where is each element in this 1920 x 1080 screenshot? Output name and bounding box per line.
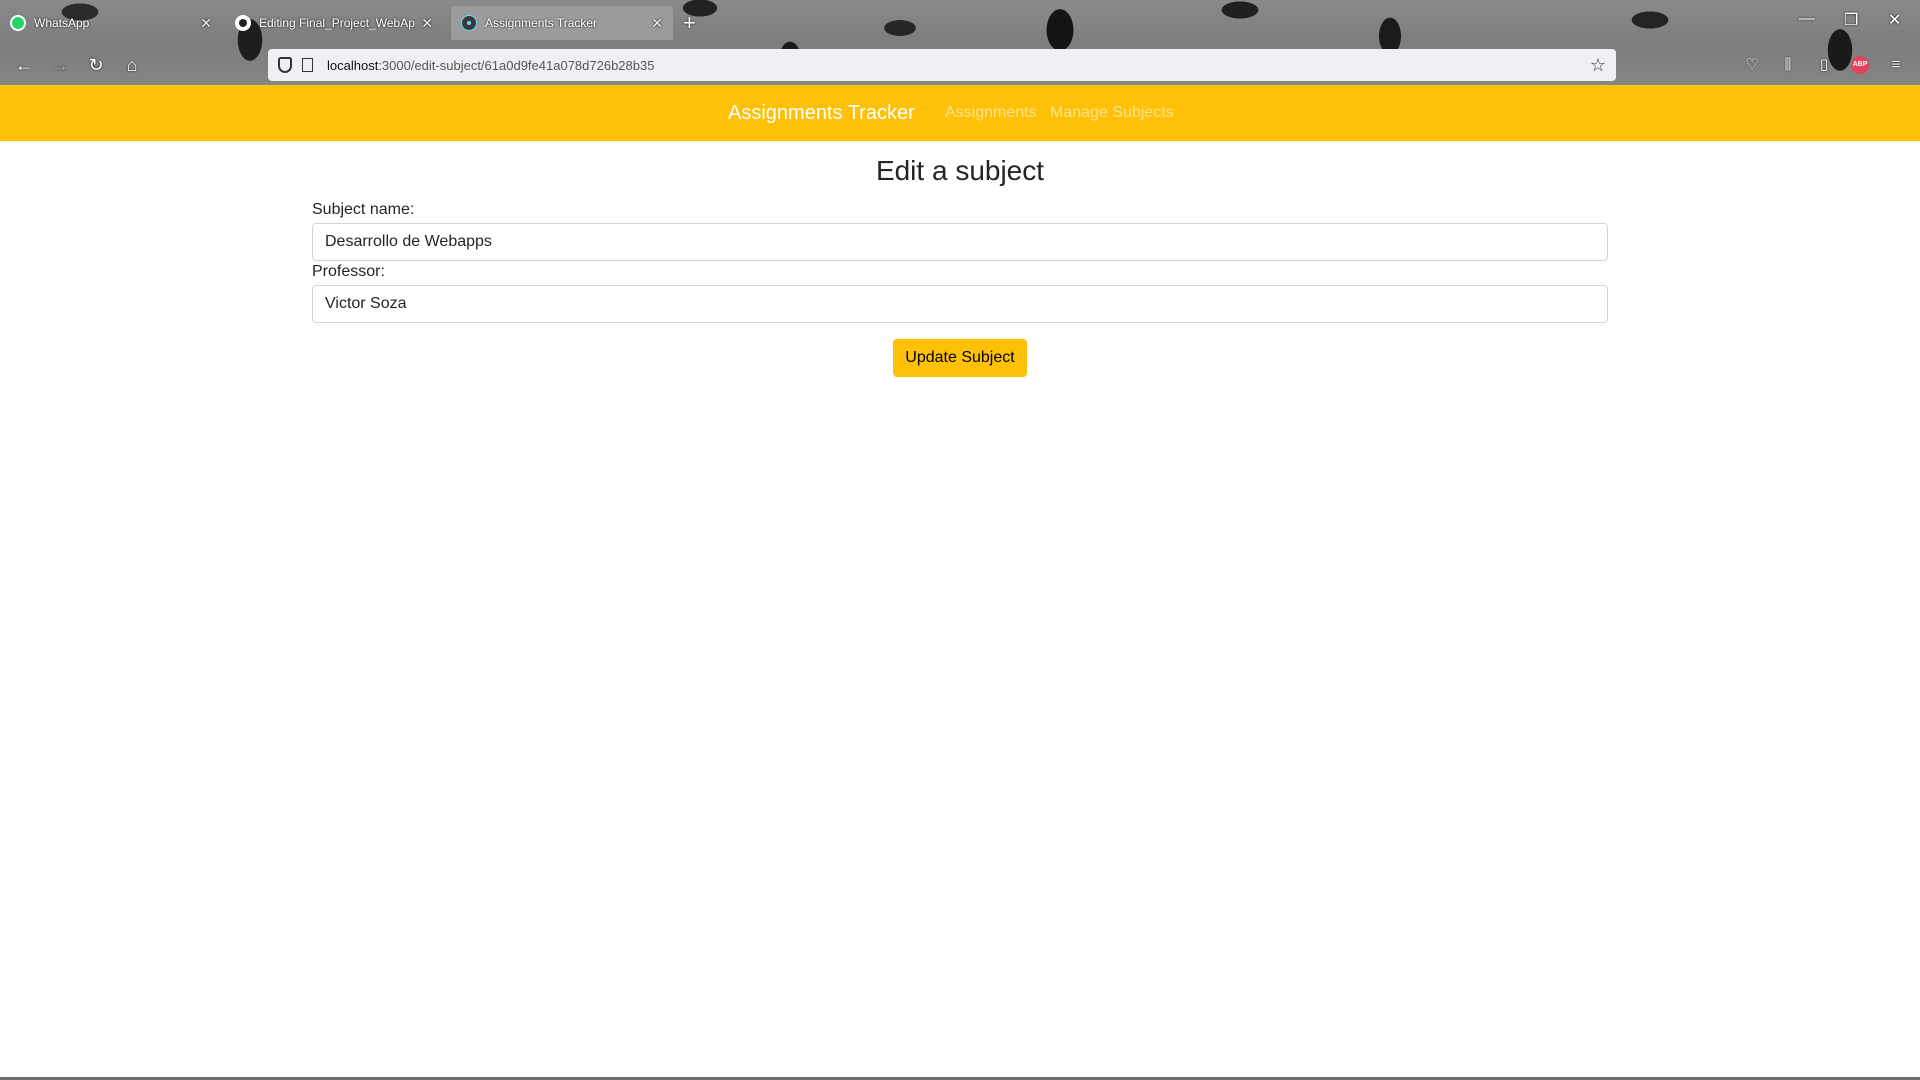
update-subject-button[interactable]: Update Subject xyxy=(893,339,1027,377)
nav-link-assignments[interactable]: Assignments xyxy=(945,85,1037,141)
professor-input[interactable] xyxy=(312,285,1608,323)
subject-name-input[interactable] xyxy=(312,223,1608,261)
new-tab-button[interactable]: + xyxy=(683,10,696,36)
tab-label: Editing Final_Project_WebApp/ xyxy=(259,16,416,30)
react-icon xyxy=(461,15,477,31)
address-bar[interactable]: localhost:3000/edit-subject/61a0d9fe41a0… xyxy=(268,49,1616,81)
navigation-toolbar: ← → ↻ ⌂ localhost:3000/edit-subject/61a0… xyxy=(0,46,1920,84)
tab-label: WhatsApp xyxy=(34,16,90,30)
sidebar-icon[interactable]: ▯ xyxy=(1813,54,1835,76)
whatsapp-icon xyxy=(10,15,26,31)
restore-icon[interactable]: ❐ xyxy=(1844,10,1858,30)
adblock-icon[interactable]: ABP xyxy=(1851,56,1869,74)
forward-icon[interactable]: → xyxy=(46,52,74,78)
tab-github[interactable]: Editing Final_Project_WebApp/ ✕ xyxy=(225,6,443,40)
close-icon[interactable]: ✕ xyxy=(651,15,663,32)
page-title: Edit a subject xyxy=(875,155,1045,186)
tab-assignments-tracker[interactable]: Assignments Tracker ✕ xyxy=(451,6,673,40)
brand-link[interactable]: Assignments Tracker xyxy=(728,85,915,141)
reload-icon[interactable]: ↻ xyxy=(82,52,110,78)
bookmark-star-icon[interactable]: ☆ xyxy=(1590,55,1606,76)
home-icon[interactable]: ⌂ xyxy=(118,52,146,78)
github-icon xyxy=(235,15,251,31)
close-icon[interactable]: ✕ xyxy=(200,15,212,32)
page-icon xyxy=(302,58,313,72)
window-close-icon[interactable]: ✕ xyxy=(1888,10,1901,30)
menu-icon[interactable]: ≡ xyxy=(1885,54,1907,76)
library-icon[interactable]: ⫼ xyxy=(1777,54,1799,76)
back-icon[interactable]: ← xyxy=(10,52,38,78)
subject-name-label: Subject name: xyxy=(312,201,415,218)
pocket-icon[interactable]: ♡ xyxy=(1741,54,1763,76)
browser-chrome: WhatsApp ✕ Editing Final_Project_WebApp/… xyxy=(0,0,1920,85)
shield-icon[interactable] xyxy=(278,57,292,73)
app-navbar: Assignments Tracker Assignments Manage S… xyxy=(0,85,1920,141)
professor-label: Professor: xyxy=(312,263,385,280)
nav-link-manage-subjects[interactable]: Manage Subjects xyxy=(1050,85,1174,141)
tab-label: Assignments Tracker xyxy=(485,16,598,30)
url-path: :3000/edit-subject/61a0d9fe41a078d726b28… xyxy=(378,57,655,73)
url-host: localhost xyxy=(327,57,379,73)
close-icon[interactable]: ✕ xyxy=(421,15,433,32)
minimize-icon[interactable]: — xyxy=(1799,10,1815,28)
tab-whatsapp[interactable]: WhatsApp ✕ xyxy=(0,6,222,40)
